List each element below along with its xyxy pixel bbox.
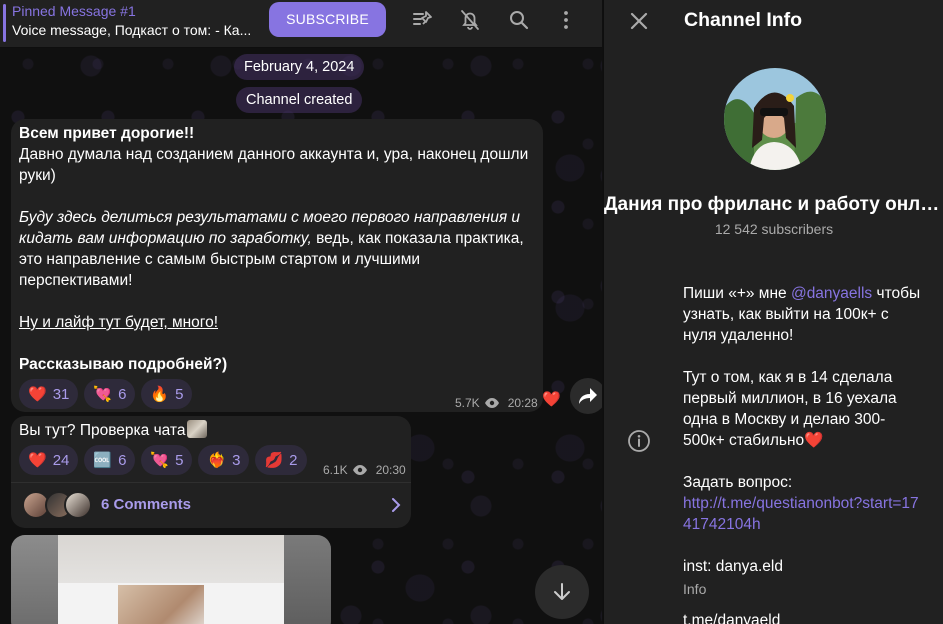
reaction-emoji: 💘 xyxy=(150,452,170,469)
reactions-row: ❤️ 31 💘 6 🔥 5 xyxy=(19,379,193,409)
close-icon[interactable] xyxy=(626,8,652,34)
channel-info-panel: Channel Info Дания про фриланс и работу … xyxy=(603,0,943,624)
reaction-emoji: ❤️‍🔥 xyxy=(207,452,227,469)
message-bubble[interactable]: Всем привет дорогие!! Давно думала над с… xyxy=(11,119,543,412)
info-icon xyxy=(628,430,650,452)
reaction-count: 5 xyxy=(175,385,184,403)
reaction-count: 24 xyxy=(52,451,70,469)
reaction-chip[interactable]: 💋 2 xyxy=(255,445,307,475)
chevron-right-icon xyxy=(392,498,401,512)
photo-blur-left xyxy=(11,535,58,624)
reaction-emoji: ❤️ xyxy=(28,386,47,403)
question-bot-link[interactable]: http://t.me/questianonbot?start=17417421… xyxy=(683,495,919,533)
arrow-down-icon xyxy=(554,583,570,600)
commenter-avatar xyxy=(64,491,92,519)
forward-icon xyxy=(579,388,597,404)
view-count: 5.7K xyxy=(455,396,480,410)
message-text: Вы тут? Проверка чата xyxy=(19,420,208,441)
avatar-photo xyxy=(724,68,826,170)
mention-link[interactable]: @danyaells xyxy=(791,285,872,302)
reaction-emoji: 💋 xyxy=(264,452,284,469)
panel-title: Channel Info xyxy=(684,9,803,31)
mute-bell-icon[interactable] xyxy=(458,8,482,32)
channel-name: Дания про фриланс и работу онлайн xyxy=(604,194,943,215)
message-text: Всем привет дорогие!! Давно думала над с… xyxy=(19,123,535,375)
message-bubble[interactable]: Вы тут? Проверка чата ❤️ 24 🆒 6 💘 5 ❤️‍🔥 3 💋… xyxy=(11,416,411,528)
reaction-chip[interactable]: 💘 6 xyxy=(84,379,136,409)
message-greeting: Всем привет дорогие!! xyxy=(19,125,195,142)
message-paragraph: Давно думала над созданием данного аккау… xyxy=(19,146,529,184)
message-underlined: Ну и лайф тут будет, много! xyxy=(19,314,219,331)
message-meta: 6.1K 20:30 xyxy=(323,463,406,477)
chat-header: Pinned Message #1 Voice message, Подкаст… xyxy=(0,0,602,48)
photo-blur-right xyxy=(284,535,331,624)
message-meta: 5.7K 20:28 xyxy=(455,396,538,410)
desc-paragraph: Тут о том, как я в 14 сделала первый мил… xyxy=(683,369,897,449)
message-check-text: Вы тут? Проверка чата xyxy=(19,422,186,439)
service-message: Channel created xyxy=(236,87,363,113)
pinned-indicator xyxy=(3,4,6,42)
reaction-chip[interactable]: 🆒 6 xyxy=(84,445,136,475)
reaction-emoji: 💘 xyxy=(93,386,113,403)
more-options-icon[interactable] xyxy=(554,8,578,32)
photo-message[interactable] xyxy=(11,535,331,624)
reaction-count: 3 xyxy=(232,451,241,469)
message-time: 20:28 xyxy=(507,396,538,410)
message-time: 20:30 xyxy=(375,463,406,477)
date-separator: February 4, 2024 xyxy=(234,54,365,80)
reaction-count: 5 xyxy=(175,451,184,469)
channel-link[interactable]: t.me/danyaeld xyxy=(683,612,780,624)
message-closing: Рассказываю подробней?) xyxy=(19,356,228,373)
reaction-count: 31 xyxy=(52,385,70,403)
reaction-chip[interactable]: ❤️ 31 xyxy=(19,379,79,409)
desc-question-label: Задать вопрос: xyxy=(683,474,793,491)
chat-pane: Pinned Message #1 Voice message, Подкаст… xyxy=(0,0,602,624)
reaction-emoji: 🆒 xyxy=(93,452,113,469)
desc-instagram: inst: danya.eld xyxy=(683,558,783,575)
photo-image xyxy=(58,535,284,624)
eye-icon xyxy=(484,398,499,408)
reaction-chip[interactable]: ❤️ 24 xyxy=(19,445,79,475)
reaction-count: 6 xyxy=(118,385,127,403)
search-icon[interactable] xyxy=(507,8,531,32)
subscriber-count: 12 542 subscribers xyxy=(714,221,834,237)
channel-avatar[interactable] xyxy=(724,68,826,170)
eye-icon xyxy=(352,465,367,475)
pinned-list-icon[interactable] xyxy=(411,8,435,32)
cat-sticker-icon xyxy=(187,420,208,438)
desc-text: Пиши «+» мне xyxy=(683,285,791,302)
info-label: Info xyxy=(683,581,707,597)
reactions-row: ❤️ 24 🆒 6 💘 5 ❤️‍🔥 3 💋 2 xyxy=(19,445,307,475)
scroll-down-button[interactable] xyxy=(535,565,589,619)
comments-button[interactable]: 6 Comments xyxy=(11,483,411,528)
view-count: 6.1K xyxy=(323,463,348,477)
subscribe-button[interactable]: SUBSCRIBE xyxy=(269,2,386,37)
reaction-emoji: ❤️ xyxy=(28,452,47,469)
forward-button[interactable] xyxy=(570,378,602,414)
pinned-text[interactable]: Voice message, Подкаст о том: - Ка... xyxy=(12,22,252,38)
reaction-emoji: 🔥 xyxy=(150,386,170,403)
reaction-chip[interactable]: 💘 5 xyxy=(141,445,193,475)
reaction-chip[interactable]: 🔥 5 xyxy=(141,379,193,409)
reaction-count: 2 xyxy=(289,451,298,469)
pinned-title[interactable]: Pinned Message #1 xyxy=(12,3,136,19)
channel-description: Пиши «+» мне @danyaells чтобы узнать, ка… xyxy=(683,283,923,577)
comments-label: 6 Comments xyxy=(101,496,192,513)
reaction-count: 6 xyxy=(118,451,127,469)
side-reaction[interactable]: ❤️ xyxy=(542,390,561,408)
reaction-chip[interactable]: ❤️‍🔥 3 xyxy=(198,445,250,475)
